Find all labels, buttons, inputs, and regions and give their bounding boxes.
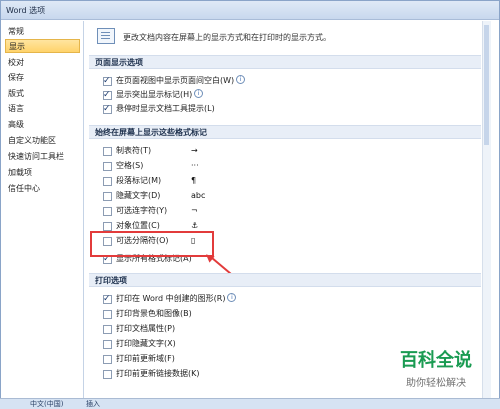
checkbox-optional-hyphens[interactable]	[103, 207, 112, 216]
word-options-window: Word 选项 常规 显示 校对 保存 版式 语言 高级 自定义功能区 快速访问…	[0, 0, 500, 404]
checkbox-print-background[interactable]	[103, 310, 112, 319]
checkbox-update-fields[interactable]	[103, 355, 112, 364]
page-description: 更改文档内容在屏幕上的显示方式和在打印时的显示方式。	[123, 33, 331, 42]
checkbox-show-highlighter[interactable]	[103, 89, 112, 101]
watermark-logo: 百科全说 助你轻松解决	[380, 346, 492, 392]
scrollbar-thumb[interactable]	[484, 25, 489, 145]
checkbox-hidden-text[interactable]	[103, 192, 112, 201]
highlight-box	[90, 231, 214, 257]
window-title: Word 选项	[6, 6, 46, 15]
status-bar: 中文(中国) 插入	[0, 398, 500, 409]
checkbox-print-drawings[interactable]	[103, 293, 112, 305]
sidebar-item-display[interactable]: 显示	[5, 39, 80, 53]
paragraph-mark-symbol: ¶	[191, 176, 197, 185]
hyphen-mark-symbol: ¬	[191, 206, 198, 215]
checkbox-print-properties[interactable]	[103, 325, 112, 334]
info-icon[interactable]: i	[227, 293, 237, 302]
sidebar-item-advanced[interactable]: 高级	[5, 118, 80, 132]
checkbox-object-anchors[interactable]	[103, 222, 112, 231]
display-settings-icon	[97, 28, 115, 44]
checkbox-tab-characters[interactable]	[103, 147, 112, 156]
checkbox-print-hidden-text[interactable]	[103, 340, 112, 349]
checkbox-spaces[interactable]	[103, 162, 112, 171]
sidebar-item-layout[interactable]: 版式	[5, 87, 80, 101]
info-icon[interactable]: i	[194, 89, 204, 98]
sidebar-item-general[interactable]: 常规	[5, 25, 80, 39]
section-format-marks: 始终在屏幕上显示这些格式标记	[89, 125, 481, 139]
hidden-text-symbol: abc	[191, 191, 206, 200]
section-page-display: 页面显示选项	[89, 55, 481, 69]
sidebar-item-trust-center[interactable]: 信任中心	[5, 182, 80, 196]
space-mark-symbol: ···	[191, 161, 199, 170]
tab-mark-symbol: →	[191, 146, 198, 155]
checkbox-update-links[interactable]	[103, 370, 112, 379]
sidebar-item-proofing[interactable]: 校对	[5, 56, 80, 70]
checkbox-show-white-space[interactable]	[103, 75, 112, 87]
sidebar-item-quick-access[interactable]: 快速访问工具栏	[5, 150, 80, 164]
options-sidebar: 常规 显示 校对 保存 版式 语言 高级 自定义功能区 快速访问工具栏 加载项 …	[3, 21, 84, 403]
sidebar-item-customize-ribbon[interactable]: 自定义功能区	[5, 134, 80, 148]
info-icon[interactable]: i	[236, 75, 246, 84]
sidebar-item-addins[interactable]: 加载项	[5, 166, 80, 180]
checkbox-show-tooltips[interactable]	[103, 103, 112, 115]
title-bar: Word 选项	[1, 1, 499, 20]
watermark-subtitle: 助你轻松解决	[406, 378, 466, 389]
section-print-options: 打印选项	[89, 273, 481, 287]
sidebar-item-language[interactable]: 语言	[5, 102, 80, 116]
checkbox-paragraph-marks[interactable]	[103, 177, 112, 186]
watermark-title: 百科全说	[400, 350, 472, 371]
sidebar-item-save[interactable]: 保存	[5, 71, 80, 85]
